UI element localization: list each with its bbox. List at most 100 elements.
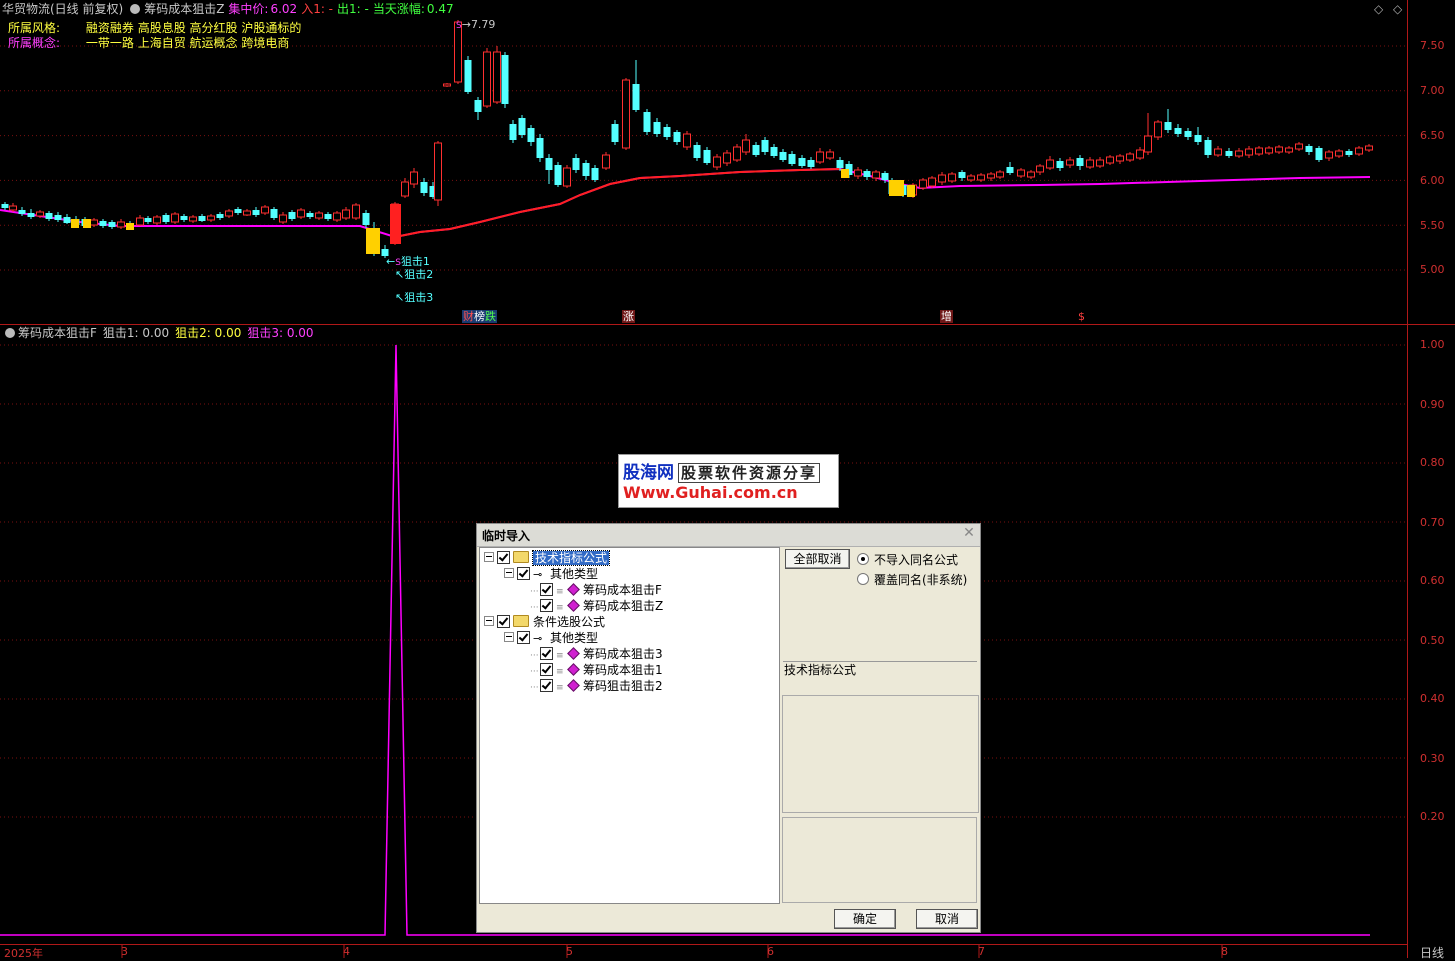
event-tag[interactable]: $ [1078, 310, 1085, 323]
stock-title[interactable]: 华贸物流(日线 前复权) [2, 2, 123, 16]
tree-item[interactable]: ··· ≡ 筹码成本狙击3 [530, 646, 663, 662]
tree-node-other-type[interactable]: ⊸ 其他类型 [504, 566, 598, 582]
checkbox[interactable] [540, 647, 553, 660]
candle-body [1086, 159, 1094, 168]
radio-dot[interactable] [857, 553, 869, 565]
candle-body [779, 152, 787, 160]
checkbox[interactable] [540, 679, 553, 692]
candle-body [1017, 169, 1025, 177]
collapse-icon[interactable] [504, 568, 514, 578]
radio-dot[interactable] [857, 573, 869, 585]
signal-label-2: ↖狙击2 [395, 268, 434, 281]
candle-body [653, 122, 661, 134]
checkbox[interactable] [497, 551, 510, 564]
diamond-icon[interactable]: ◇ [1374, 2, 1383, 16]
signal-text: 狙击2 [404, 268, 434, 281]
cancel-button[interactable]: 取消 [916, 909, 978, 929]
time-tick: 6 [767, 945, 774, 958]
candle-body [554, 165, 562, 185]
change-value: 0.47 [426, 2, 454, 16]
candle-body [872, 171, 880, 179]
signal-bar [889, 180, 897, 196]
candle-body [342, 209, 350, 219]
formula-tree[interactable]: 技术指标公式 ⊸ 其他类型 ··· ≡ 筹码成本狙击F ··· ≡ 筹码成本狙击Z 条件选… [479, 547, 780, 904]
candle-body [854, 169, 862, 177]
tree-node-screening[interactable]: 条件选股公式 [484, 614, 605, 630]
radio-overwrite[interactable]: 覆盖同名(非系统) [857, 571, 967, 588]
resize-icon[interactable]: ◇ [1393, 2, 1402, 16]
sub-indicator-name[interactable]: 筹码成本狙击F [18, 326, 97, 340]
candle-body [611, 124, 619, 142]
tree-label: 条件选股公式 [533, 615, 606, 629]
ok-button[interactable]: 确定 [834, 909, 896, 929]
candle-body [643, 112, 651, 132]
time-tick: 5 [566, 945, 573, 958]
signal-text: 狙击1 [400, 255, 430, 268]
out-label: 出1: - [337, 2, 369, 16]
candle-body [788, 154, 796, 164]
concept-value: 一带一路 上海自贸 航运概念 跨境电商 [85, 36, 290, 50]
candle-body [1154, 121, 1162, 138]
candle-body [938, 174, 946, 183]
collapse-icon[interactable] [484, 552, 494, 562]
checkbox[interactable] [517, 567, 530, 580]
candle-body [63, 217, 71, 223]
close-icon[interactable]: ✕ [962, 526, 976, 540]
checkbox[interactable] [497, 615, 510, 628]
tree-item[interactable]: ··· ≡ 筹码成本狙击F [530, 582, 662, 598]
candle-body [198, 216, 206, 221]
candle-body [582, 163, 590, 176]
candle-body [18, 210, 26, 214]
candle-body [1076, 158, 1084, 166]
candle-body [362, 213, 370, 225]
checkbox[interactable] [540, 663, 553, 676]
candle-body [474, 100, 482, 112]
candle-body [243, 210, 251, 216]
candle-body [816, 151, 824, 163]
candle-body [663, 127, 671, 137]
gear-icon[interactable] [5, 328, 15, 338]
candle-body [1285, 147, 1293, 153]
indicator-name[interactable]: 筹码成本狙击Z [144, 2, 224, 16]
signal-bar [372, 228, 380, 254]
dialog-titlebar[interactable]: 临时导入 ✕ [477, 524, 980, 547]
period-label[interactable]: 日线 [1420, 944, 1444, 961]
candle-body [1245, 148, 1253, 156]
tree-item[interactable]: ··· ≡ 筹码成本狙击Z [530, 598, 663, 614]
candle-body [483, 51, 491, 107]
candle-body [189, 216, 197, 222]
candle-body [324, 214, 332, 219]
candle-body [1345, 151, 1353, 155]
checkbox[interactable] [517, 631, 530, 644]
candle-body [958, 172, 966, 178]
event-tag-group[interactable]: 财榜跌 [462, 310, 497, 323]
tree-item[interactable]: ··· ≡ 筹码狙击狙击2 [530, 678, 663, 694]
tree-label: 筹码狙击狙击2 [583, 679, 663, 693]
sub-tick: 0.30 [1420, 752, 1445, 765]
sub-tick: 0.60 [1420, 574, 1445, 587]
candle-body [733, 146, 741, 161]
tree-node-other-type[interactable]: ⊸ 其他类型 [504, 630, 598, 646]
tree-item[interactable]: ··· ≡ 筹码成本狙击1 [530, 662, 663, 678]
candle-body [602, 154, 610, 169]
collapse-icon[interactable] [504, 632, 514, 642]
candle-body [919, 179, 927, 189]
candle-body [1174, 128, 1182, 134]
collapse-icon[interactable] [484, 616, 494, 626]
checkbox[interactable] [540, 583, 553, 596]
candle-body [216, 214, 224, 218]
gear-icon[interactable] [130, 4, 141, 14]
radio-no-import[interactable]: 不导入同名公式 [857, 551, 958, 568]
candle-body [443, 83, 451, 87]
signal-bar [896, 180, 904, 196]
deselect-all-button[interactable]: 全部取消 [785, 549, 850, 569]
tree-label: 技术指标公式 [531, 550, 611, 566]
tree-node-indicators[interactable]: 技术指标公式 [484, 550, 611, 566]
candle-body [1355, 147, 1363, 155]
event-tag[interactable]: 增 [940, 310, 953, 323]
event-tag[interactable]: 涨 [622, 310, 635, 323]
candle-body [234, 209, 242, 213]
candle-body [501, 55, 509, 104]
checkbox[interactable] [540, 599, 553, 612]
candle-body [622, 79, 630, 149]
